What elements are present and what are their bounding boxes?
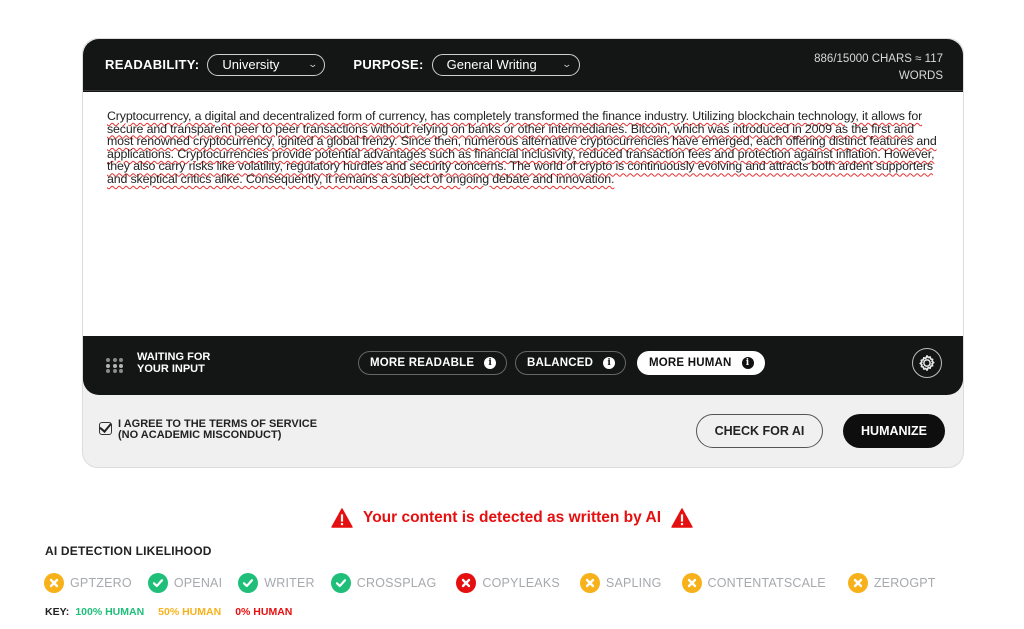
detector-name: WRITER — [264, 576, 315, 590]
readability-value: University — [222, 57, 280, 72]
x-circle-icon — [681, 573, 702, 593]
char-word-counter: 886/15000 CHARS ≈ 117 WORDS — [793, 51, 943, 85]
terms-checkbox[interactable] — [99, 422, 112, 435]
info-icon[interactable]: i — [603, 357, 616, 369]
warning-icon — [671, 508, 693, 528]
mode-more-human-button[interactable]: MORE HUMAN i — [637, 351, 765, 375]
input-text[interactable]: Cryptocurrency, a digital and decentrali… — [107, 110, 939, 186]
detector-contentatscale: CONTENTATSCALE — [681, 573, 826, 593]
terms-line-1: I AGREE TO THE TERMS OF SERVICE — [118, 418, 318, 430]
detector-gptzero: GPTZERO — [44, 573, 132, 593]
detector-name: SAPLING — [605, 576, 662, 590]
detector-name: GPTZERO — [70, 576, 132, 590]
mode-balanced-button[interactable]: BALANCED i — [515, 351, 627, 375]
detector-name: ZEROGPT — [873, 576, 936, 590]
warning-icon — [331, 508, 353, 528]
terms-label: I AGREE TO THE TERMS OF SERVICE (NO ACAD… — [118, 419, 317, 440]
detection-title: AI DETECTION LIKELIHOOD — [45, 544, 212, 558]
editor-toolbar: READABILITY: University ⌄ PURPOSE: Gener… — [83, 39, 963, 91]
legend-key: KEY: 100% HUMAN 50% HUMAN 0% HUMAN — [45, 606, 302, 618]
detector-crossplag: CROSSPLAG — [330, 573, 437, 593]
chevron-down-icon: ⌄ — [307, 59, 318, 69]
x-circle-icon — [44, 573, 64, 593]
readability-select[interactable]: University ⌄ — [207, 53, 326, 76]
check-for-ai-button[interactable]: CHECK FOR AI — [696, 414, 823, 448]
ai-detected-alert: Your content is detected as written by A… — [0, 508, 1024, 528]
mode-label: MORE HUMAN — [649, 357, 732, 369]
detector-copyleaks: COPYLEAKS — [456, 573, 560, 593]
status-line-2: YOUR INPUT — [137, 362, 205, 375]
key-50-human: 50% HUMAN — [158, 606, 222, 618]
check-circle-icon — [238, 573, 259, 593]
info-icon[interactable]: i — [741, 357, 754, 369]
status-line-1: WAITING FOR — [137, 351, 211, 363]
detector-openai: OPENAI — [147, 573, 223, 593]
key-0-human: 0% HUMAN — [235, 606, 293, 618]
mode-label: BALANCED — [527, 357, 594, 369]
check-circle-icon — [330, 573, 351, 593]
editor-panel: READABILITY: University ⌄ PURPOSE: Gener… — [83, 39, 963, 395]
key-100-human: 100% HUMAN — [75, 606, 145, 618]
x-circle-icon — [579, 573, 600, 593]
mode-more-readable-button[interactable]: MORE READABLE i — [358, 351, 508, 375]
detector-name: OPENAI — [173, 576, 223, 590]
detector-name: CROSSPLAG — [356, 576, 437, 590]
humanizer-card: READABILITY: University ⌄ PURPOSE: Gener… — [82, 38, 964, 468]
detector-zerogpt: ZEROGPT — [847, 573, 936, 593]
settings-button[interactable] — [912, 348, 942, 378]
gear-icon — [919, 355, 935, 371]
terms-line-2: (NO ACADEMIC MISCONDUCT) — [118, 428, 282, 441]
purpose-value: General Writing — [446, 57, 537, 72]
detector-writer: WRITER — [238, 573, 315, 593]
detector-name: CONTENTATSCALE — [707, 576, 826, 590]
editor-footer: WAITING FOR YOUR INPUT MORE READABLE i B… — [83, 336, 963, 395]
key-label: KEY: — [45, 606, 70, 618]
status-text: WAITING FOR YOUR INPUT — [137, 351, 211, 375]
terms-agreement[interactable]: I AGREE TO THE TERMS OF SERVICE (NO ACAD… — [99, 419, 317, 440]
counter-words: WORDS — [898, 70, 943, 82]
loading-dots-icon — [106, 358, 124, 373]
alert-text: Your content is detected as written by A… — [363, 509, 661, 526]
detector-sapling: SAPLING — [579, 573, 662, 593]
chevron-down-icon: ⌄ — [561, 59, 573, 69]
purpose-select[interactable]: General Writing ⌄ — [431, 53, 580, 76]
x-circle-icon — [847, 573, 868, 593]
x-circle-icon — [456, 573, 477, 593]
text-input-area[interactable]: Cryptocurrency, a digital and decentrali… — [83, 92, 963, 336]
purpose-label: PURPOSE: — [353, 57, 424, 72]
readability-label: READABILITY: — [105, 57, 200, 72]
info-icon[interactable]: i — [484, 357, 497, 369]
humanize-button[interactable]: HUMANIZE — [843, 414, 945, 448]
detector-list: GPTZERO OPENAI WRITER CROSSPLAG COPYLEAKS SAP… — [44, 573, 936, 593]
detector-name: COPYLEAKS — [482, 576, 560, 590]
mode-label: MORE READABLE — [370, 357, 475, 369]
counter-chars: 886/15000 CHARS ≈ 117 — [814, 53, 943, 65]
check-circle-icon — [147, 573, 168, 593]
